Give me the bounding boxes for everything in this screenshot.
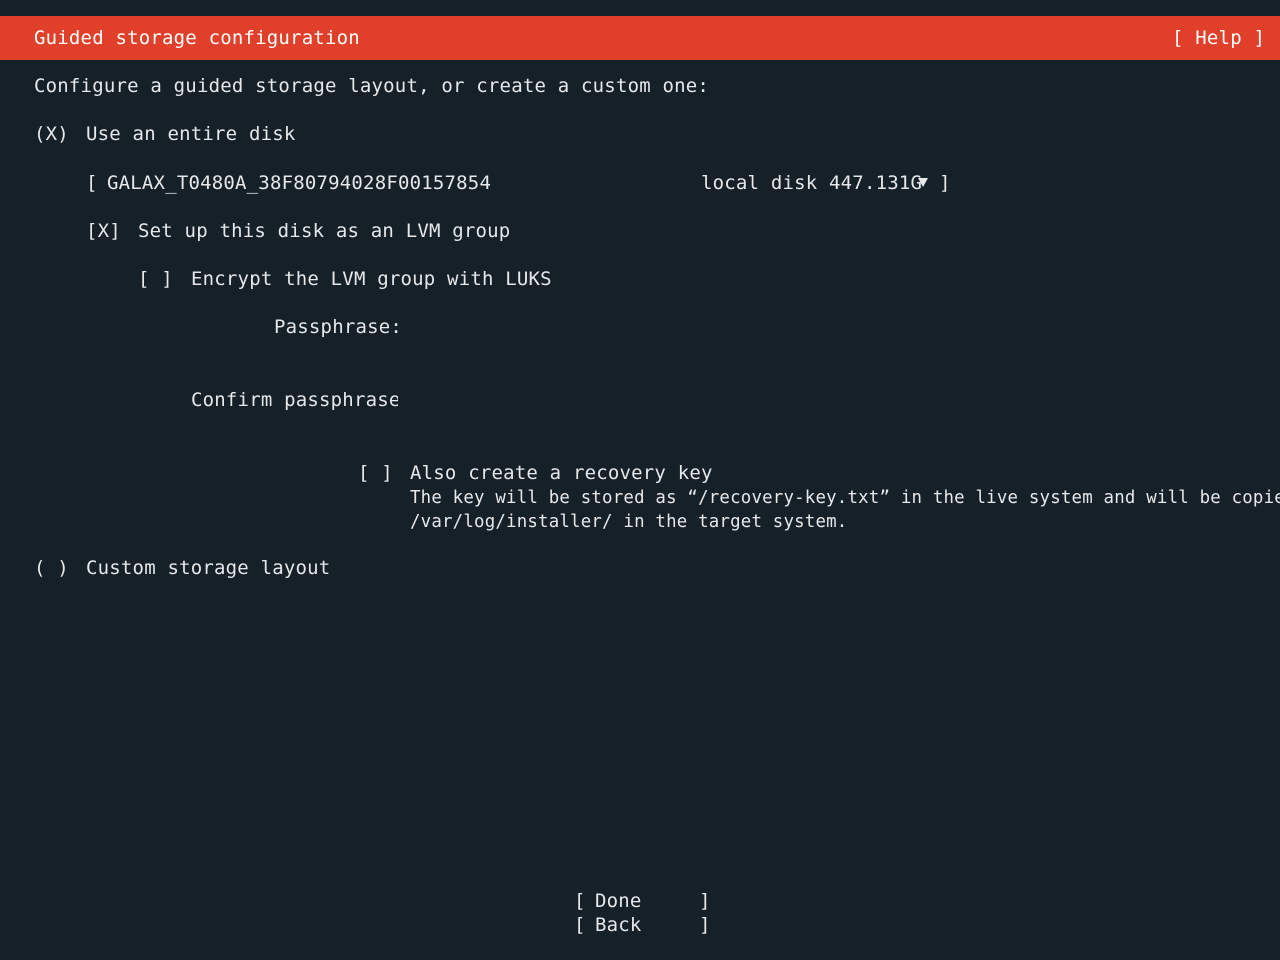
- chevron-down-icon[interactable]: [918, 171, 928, 195]
- done-button-label: Done: [595, 890, 642, 912]
- disk-select-open-bracket: [: [86, 172, 98, 194]
- luks-label: Encrypt the LVM group with LUKS: [191, 268, 552, 290]
- recovery-key-checkbox[interactable]: [ ]: [358, 461, 393, 485]
- disk-select-name: GALAX_T0480A_38F80794028F00157854: [107, 172, 492, 194]
- recovery-key-help-line-2: /var/log/installer/ in the target system…: [410, 512, 848, 532]
- passphrase-label: Passphrase:: [274, 316, 403, 338]
- custom-layout-label: Custom storage layout: [86, 557, 331, 579]
- page-title: Guided storage configuration: [34, 27, 360, 49]
- recovery-key-label: Also create a recovery key: [410, 462, 713, 484]
- custom-layout-radio[interactable]: ( ): [34, 556, 69, 580]
- use-entire-disk-label: Use an entire disk: [86, 123, 296, 145]
- back-button-open-bracket: [: [574, 914, 586, 936]
- lvm-checkbox[interactable]: [X]: [86, 219, 121, 243]
- confirm-passphrase-input[interactable]: [398, 385, 938, 415]
- recovery-key-help-line-1: The key will be stored as “/recovery-key…: [410, 488, 1280, 508]
- disk-select-info: local disk 447.131G: [701, 172, 923, 194]
- passphrase-input[interactable]: [398, 312, 938, 342]
- title-bar: Guided storage configuration [ Help ]: [0, 16, 1280, 60]
- disk-select-close-bracket: ]: [939, 172, 951, 194]
- use-entire-disk-radio[interactable]: (X): [34, 122, 69, 146]
- done-button-open-bracket: [: [574, 890, 586, 912]
- lvm-label: Set up this disk as an LVM group: [138, 220, 511, 242]
- confirm-passphrase-label: Confirm passphrase:: [191, 389, 413, 411]
- back-button-label: Back: [595, 914, 642, 936]
- done-button-close-bracket: ]: [699, 890, 711, 912]
- luks-checkbox[interactable]: [ ]: [138, 267, 173, 291]
- intro-text: Configure a guided storage layout, or cr…: [34, 75, 710, 97]
- help-button[interactable]: [ Help ]: [1172, 26, 1265, 50]
- back-button-close-bracket: ]: [699, 914, 711, 936]
